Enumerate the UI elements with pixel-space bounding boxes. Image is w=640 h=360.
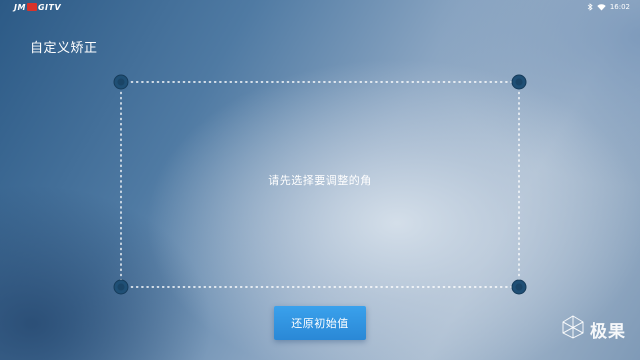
watermark: 极果 [560,314,626,344]
keystone-correction-screen: JM GITV 16:02 自定义矫正 请先选择要调整的角 还原初始值 极果 [0,0,640,360]
select-corner-prompt: 请先选择要调整的角 [268,174,372,187]
geometric-logo-icon [560,314,586,344]
corner-handle-top-left[interactable] [113,74,129,90]
corner-handle-top-right[interactable] [511,74,527,90]
corner-handle-bottom-left[interactable] [113,279,129,295]
watermark-text: 极果 [590,321,626,342]
reset-defaults-button[interactable]: 还原初始值 [274,306,366,340]
corner-handle-bottom-right[interactable] [511,279,527,295]
